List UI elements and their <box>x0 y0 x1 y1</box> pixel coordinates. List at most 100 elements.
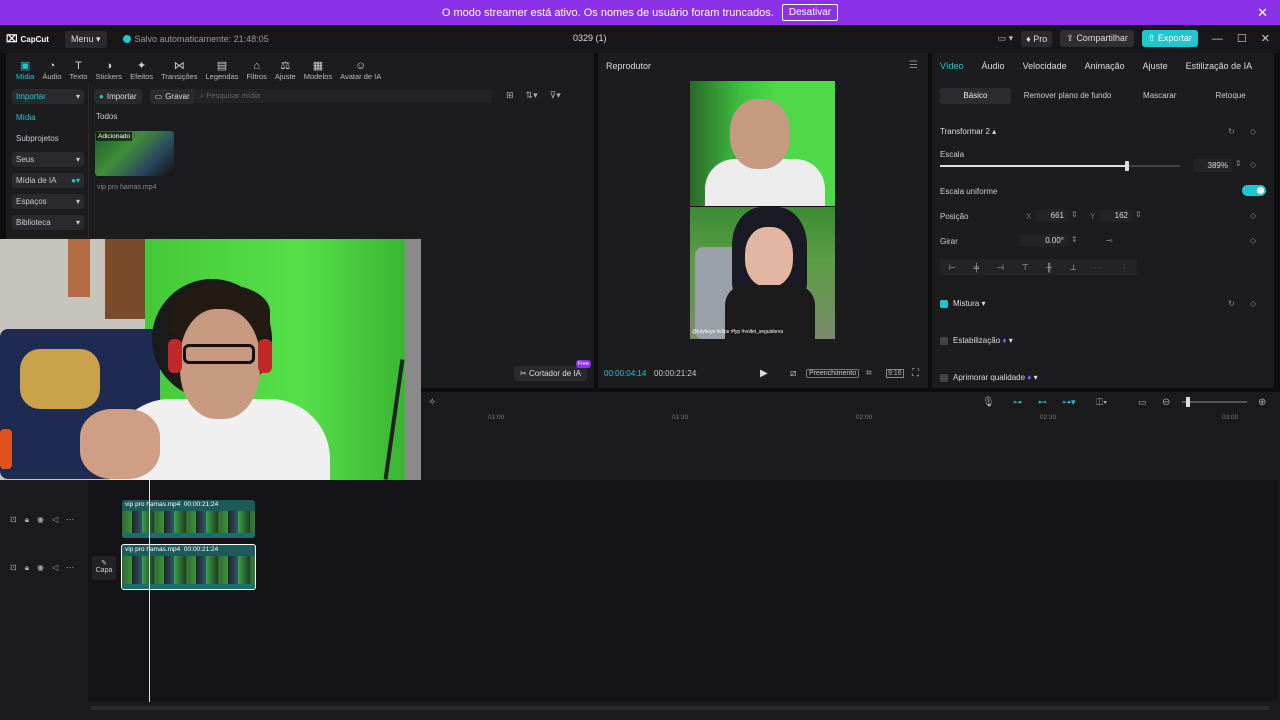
lock-icon[interactable]: 🔒︎ <box>25 563 29 573</box>
align-center-v-icon[interactable]: ╫ <box>1046 263 1052 272</box>
export-button[interactable]: ⇧ Exportar <box>1141 30 1198 47</box>
fill-button[interactable]: Preenchimento <box>806 368 860 378</box>
close-window-icon[interactable]: ✕ <box>1261 32 1270 45</box>
sidebar-item-media[interactable]: Mídia <box>12 110 84 125</box>
subtab-retouch[interactable]: Retoque <box>1195 88 1266 104</box>
rotate-stepper[interactable]: ⇕ <box>1071 235 1078 244</box>
distribute-h-icon[interactable]: ⋯ <box>1094 263 1102 272</box>
link-icon[interactable]: ⊷ <box>1038 397 1047 408</box>
tool-stickers[interactable]: ◑ Stickers <box>91 60 126 81</box>
align-right-icon[interactable]: ⊣ <box>997 263 1004 272</box>
subtab-basic[interactable]: Básico <box>940 88 1011 104</box>
rotate-input[interactable]: 0.00° <box>1020 234 1068 247</box>
sidebar-item-spaces[interactable]: Espaços ▾ <box>12 194 84 209</box>
tool-adjust[interactable]: ⚖ Ajuste <box>271 60 300 81</box>
sidebar-item-ai-media[interactable]: Mídia de IA ●▾ <box>12 173 84 188</box>
tab-speed[interactable]: Velocidade <box>1023 61 1076 71</box>
sidebar-item-library[interactable]: Biblioteca ▾ <box>12 215 84 230</box>
tab-animation[interactable]: Animação <box>1085 61 1134 71</box>
track-collapse-icon[interactable]: ⊡ <box>10 563 17 573</box>
playhead[interactable] <box>149 480 150 702</box>
reset-icon[interactable]: ↻ <box>1228 127 1235 136</box>
tab-audio[interactable]: Áudio <box>982 61 1014 71</box>
keyframe-icon[interactable]: ◇ <box>1250 127 1256 136</box>
fullscreen-icon[interactable]: ⛶ <box>912 368 919 379</box>
sidebar-item-yours[interactable]: Seus ▾ <box>12 152 84 167</box>
tool-media[interactable]: ▣ Mídia <box>12 60 38 81</box>
speaker-icon[interactable]: ◁ <box>52 563 58 573</box>
blend-reset-icon[interactable]: ↻ <box>1228 299 1235 308</box>
tool-text[interactable]: T Texto <box>66 60 92 81</box>
subtab-mask[interactable]: Mascarar <box>1124 88 1195 104</box>
tool-templates[interactable]: ▦ Modelos <box>300 60 336 81</box>
pro-button[interactable]: ♦ Pro <box>1021 30 1053 47</box>
menu-button[interactable]: Menu ▾ <box>64 30 107 48</box>
overlay-clip[interactable]: vip pro hamas.mp4 00:00:21:24 <box>122 500 255 538</box>
position-keyframe-icon[interactable]: ◇ <box>1250 211 1256 220</box>
enhance-checkbox[interactable] <box>940 373 948 382</box>
tab-adjust[interactable]: Ajuste <box>1143 61 1177 71</box>
position-x-input[interactable]: 661 <box>1036 209 1068 222</box>
sidebar-item-subprojects[interactable]: Subprojetos <box>12 131 84 146</box>
import-button[interactable]: ● Importar <box>94 89 142 104</box>
share-button[interactable]: ⇪ Compartilhar <box>1060 30 1134 47</box>
grid-view-icon[interactable]: ⊞ <box>506 90 514 101</box>
subtab-remove-bg[interactable]: Remover plano de fundo <box>1011 88 1124 104</box>
ratio-button[interactable]: 9:16 <box>886 368 904 378</box>
cover-button[interactable]: ✎ Capa <box>92 556 116 580</box>
blend-section[interactable]: Mistura ▾ <box>940 299 985 308</box>
align-left-icon[interactable]: ⊢ <box>949 263 956 272</box>
blend-checkbox[interactable] <box>940 299 948 308</box>
more-icon[interactable]: ⋯ <box>66 515 74 525</box>
maximize-icon[interactable]: ☐ <box>1237 32 1247 45</box>
media-thumbnail[interactable]: Adicionado <box>95 131 174 176</box>
sort-icon[interactable]: ⇅▾ <box>526 90 538 101</box>
stabilize-checkbox[interactable] <box>940 336 948 345</box>
sidebar-item-import[interactable]: Importar ▾ <box>12 89 84 104</box>
split-icon[interactable]: ⎅▾ <box>1096 397 1107 408</box>
tool-captions[interactable]: ▤ Legendas <box>201 60 242 81</box>
align-center-h-icon[interactable]: ╪ <box>974 263 980 272</box>
crop-icon[interactable]: ⧄ <box>790 368 796 379</box>
close-banner-icon[interactable]: ✕ <box>1257 5 1268 21</box>
tool-transitions[interactable]: ⋈ Transições <box>157 60 201 81</box>
rotate-keyframe-icon[interactable]: ◇ <box>1250 236 1256 245</box>
scale-stepper[interactable]: ⇕ <box>1235 159 1242 168</box>
video-preview[interactable]: @lulyboys #clips #fyp #voltei_seguidores <box>690 81 835 339</box>
zoom-fit-icon[interactable]: ⌗ <box>866 368 872 379</box>
disable-streamer-button[interactable]: Desativar <box>781 4 839 21</box>
track-collapse-icon[interactable]: ⊡ <box>10 515 17 525</box>
snap-icon[interactable]: ⊶ <box>1013 397 1022 408</box>
horizontal-scrollbar[interactable] <box>90 706 1270 710</box>
stabilize-section[interactable]: Estabilização ♦ ▾ <box>940 336 1013 345</box>
play-icon[interactable]: ▶ <box>760 368 768 379</box>
tool-ai-avatar[interactable]: ☺ Avatar de IA <box>336 60 385 81</box>
search-media-input[interactable]: ⌕ Pesquisar mídia <box>194 89 492 103</box>
blend-keyframe-icon[interactable]: ◇ <box>1250 299 1256 308</box>
speaker-icon[interactable]: ◁ <box>52 515 58 525</box>
distribute-v-icon[interactable]: ⋮ <box>1120 263 1128 272</box>
layout-icon[interactable]: ▭ ▾ <box>998 33 1014 44</box>
tab-video[interactable]: Vídeo <box>940 61 973 71</box>
record-button[interactable]: ▭ Gravar <box>149 89 195 104</box>
eye-icon[interactable]: ◉ <box>37 563 44 573</box>
zoom-slider[interactable] <box>1182 397 1247 407</box>
align-bottom-icon[interactable]: ⊥ <box>1070 263 1077 272</box>
position-y-input[interactable]: 162 <box>1100 209 1132 222</box>
rotate-dial-icon[interactable]: ⊸ <box>1106 236 1113 245</box>
zoom-out-icon[interactable]: ⊖ <box>1162 397 1170 408</box>
enhance-section[interactable]: Aprimorar qualidade ♦ ▾ <box>940 373 1038 382</box>
uniform-scale-toggle[interactable] <box>1242 185 1266 196</box>
player-menu-icon[interactable]: ☰ <box>909 60 918 71</box>
tool-effects[interactable]: ✦ Efeitos <box>126 60 157 81</box>
lock-icon[interactable]: 🔒︎ <box>25 515 29 525</box>
minimize-icon[interactable]: — <box>1212 33 1223 45</box>
tool-audio[interactable]: ◔ Áudio <box>38 60 65 81</box>
filter-icon[interactable]: ⊽▾ <box>550 90 561 101</box>
tool-filters[interactable]: ⌂ Filtros <box>242 60 270 81</box>
scale-keyframe-icon[interactable]: ◇ <box>1250 160 1256 169</box>
pos-x-stepper[interactable]: ⇕ <box>1071 210 1078 219</box>
transform-header[interactable]: Transformar 2 ▴ <box>940 127 996 136</box>
scale-value[interactable]: 389% <box>1194 159 1232 172</box>
caption-track-icon[interactable]: ▭ <box>1138 397 1147 408</box>
